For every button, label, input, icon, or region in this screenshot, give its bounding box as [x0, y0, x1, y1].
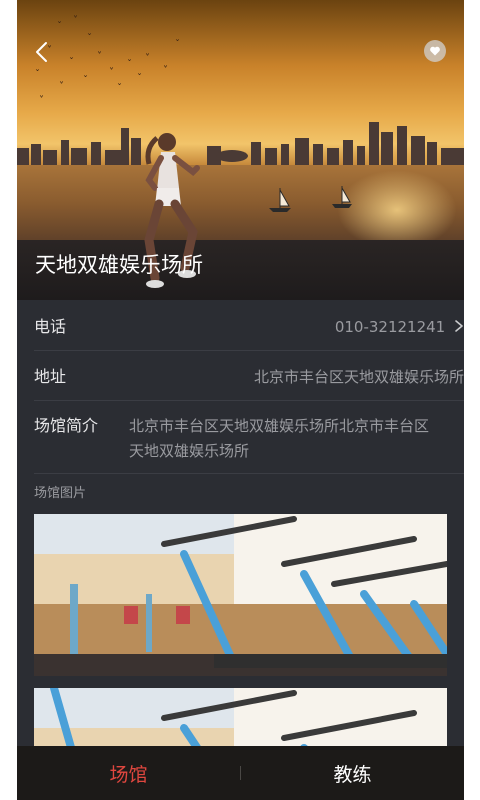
water-reflection: [337, 170, 457, 250]
tab-venue-label: 场馆: [109, 763, 148, 786]
venue-title: 天地双雄娱乐场所: [35, 253, 203, 277]
favorite-button[interactable]: [424, 40, 446, 62]
tab-coach[interactable]: 教练: [241, 746, 464, 800]
intro-label: 场馆简介: [34, 416, 99, 435]
address-row: 地址 北京市丰台区天地双雄娱乐场所: [34, 366, 464, 388]
back-button[interactable]: [29, 38, 57, 66]
chevron-left-icon: [36, 42, 47, 62]
city-skyline: [17, 122, 464, 170]
sailboat-icon: [269, 188, 291, 212]
gallery-photo[interactable]: [34, 514, 447, 676]
phone-value-group: 010-32121241: [335, 316, 464, 338]
gallery-label: 场馆图片: [34, 486, 87, 501]
tab-coach-label: 教练: [333, 763, 372, 786]
heart-icon: [430, 46, 440, 56]
sailboat-icon: [332, 186, 352, 208]
chevron-right-icon: [455, 320, 463, 332]
divider: [34, 400, 464, 401]
address-value: 北京市丰台区天地双雄娱乐场所: [253, 368, 464, 386]
tab-venue[interactable]: 场馆: [17, 746, 240, 800]
address-label: 地址: [34, 367, 67, 386]
hero-banner: ˇ ˅ ˇ ˅ ˇ ˅ ˇ ˅ ˇ ˅ ˇ ˅ ˇ ˅ ˇ ˅ ˇ 天地双雄娱乐…: [17, 0, 464, 300]
divider: [34, 350, 464, 351]
app-frame: ˇ ˅ ˇ ˅ ˇ ˅ ˇ ˅ ˇ ˅ ˇ ˅ ˇ ˅ ˇ ˅ ˇ 天地双雄娱乐…: [17, 0, 464, 800]
intro-text: 北京市丰台区天地双雄娱乐场所北京市丰台区天地双雄娱乐场所: [129, 417, 430, 460]
gym-photo-image: [34, 514, 447, 676]
phone-value: 010-32121241: [334, 318, 446, 336]
divider: [34, 473, 464, 474]
phone-label: 电话: [34, 317, 67, 336]
phone-row[interactable]: 电话 010-32121241: [34, 316, 464, 338]
bottom-tab-bar: 场馆 教练: [17, 746, 464, 800]
